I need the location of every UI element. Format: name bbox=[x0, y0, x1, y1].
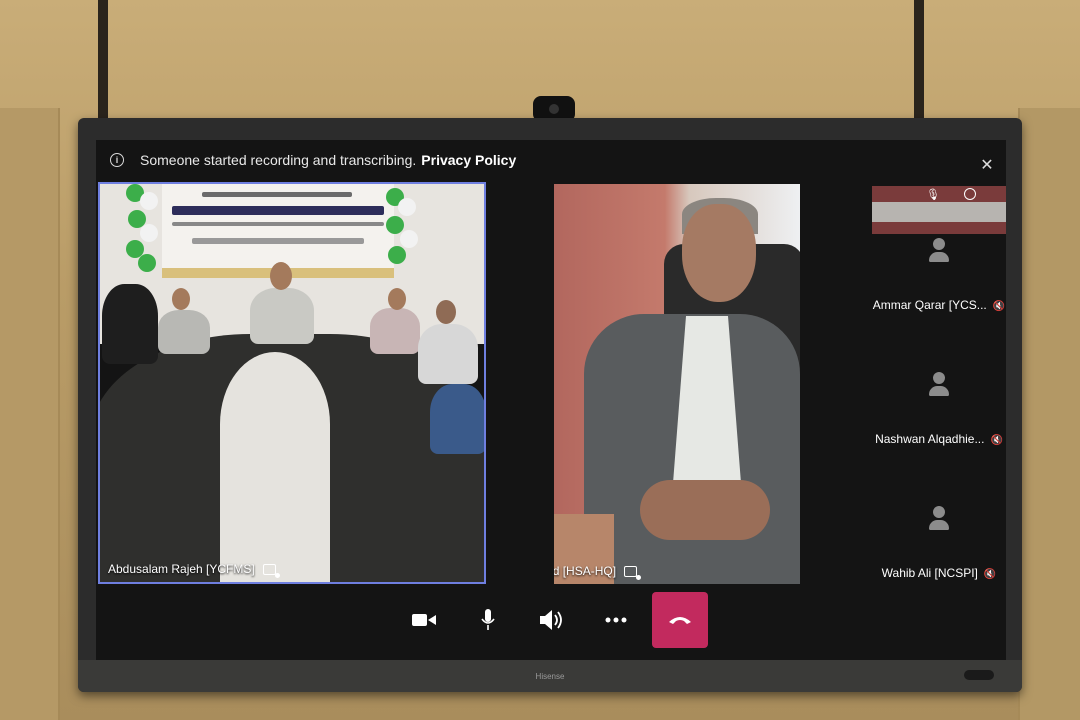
wall-panel bbox=[0, 108, 60, 720]
teams-meeting-window: i Someone started recording and transcri… bbox=[96, 140, 1006, 660]
face bbox=[682, 204, 756, 302]
camera-icon bbox=[964, 188, 976, 200]
poster-text-line bbox=[202, 192, 352, 197]
participant-card[interactable]: Wahib Ali [NCSPI] 🔇 bbox=[872, 506, 1006, 636]
wall-seam bbox=[914, 0, 924, 130]
participant-name: Ammar Qarar [YCS... bbox=[872, 298, 987, 312]
balloons bbox=[126, 184, 162, 274]
participant-label: Nashwan Alqadhie... 🔇 bbox=[872, 432, 1006, 446]
participant-label: Wahib Ali [NCSPI] 🔇 bbox=[872, 566, 1006, 580]
hands bbox=[640, 480, 770, 540]
table-center bbox=[220, 352, 330, 582]
screen-share-icon bbox=[262, 563, 280, 578]
avatar-icon bbox=[929, 372, 949, 398]
muted-mic-icon: 🔇 bbox=[992, 301, 1006, 312]
participant-figure bbox=[418, 324, 478, 384]
poster-logos bbox=[192, 238, 364, 244]
speaker-icon bbox=[540, 610, 562, 630]
microphone-button[interactable] bbox=[460, 592, 516, 648]
avatar-icon bbox=[929, 506, 949, 532]
thumbnail-table bbox=[872, 202, 1006, 222]
recording-message: Someone started recording and transcribi… bbox=[140, 152, 417, 168]
monitor-chin: Hisense bbox=[78, 660, 1022, 692]
privacy-policy-link[interactable]: Privacy Policy bbox=[421, 152, 516, 168]
tile-name-tag: Abdusalam Rajeh [YCFMS] bbox=[108, 562, 280, 578]
participant-name: Nashwan Alqadhie... bbox=[875, 432, 985, 446]
screen-share-icon bbox=[624, 565, 642, 580]
video-tile-abdusalam[interactable]: Abdusalam Rajeh [YCFMS] bbox=[98, 182, 486, 584]
webcam-lens bbox=[549, 104, 559, 114]
camera-icon bbox=[412, 614, 436, 626]
wall-panel bbox=[1018, 108, 1080, 720]
more-options-button[interactable] bbox=[588, 592, 644, 648]
microphone-icon: 🎙 bbox=[926, 189, 940, 201]
poster-text-line bbox=[172, 222, 384, 226]
speaker-button[interactable] bbox=[524, 592, 580, 648]
participant-name: Wahib Ali [NCSPI] bbox=[881, 566, 978, 580]
power-indicator bbox=[964, 670, 994, 680]
participant-head bbox=[172, 288, 190, 310]
participant-name: Nabil Saeed [HSA-HQ] bbox=[554, 564, 617, 578]
call-controls bbox=[396, 592, 716, 650]
recording-banner: i Someone started recording and transcri… bbox=[96, 140, 871, 180]
participant-head bbox=[388, 288, 406, 310]
video-tile-nabil[interactable]: Nabil Saeed [HSA-HQ] bbox=[554, 184, 800, 584]
participant-figure bbox=[370, 308, 420, 354]
muted-mic-icon: 🔇 bbox=[990, 435, 1003, 446]
muted-mic-icon: 🔇 bbox=[983, 569, 997, 580]
more-icon bbox=[605, 617, 627, 623]
self-view-thumbnail[interactable]: 🎙 bbox=[872, 186, 1006, 234]
wall-seam bbox=[98, 0, 108, 130]
microphone-icon bbox=[481, 609, 495, 630]
participant-label: Ammar Qarar [YCS... 🔇 bbox=[872, 298, 1006, 312]
info-icon: i bbox=[110, 153, 124, 167]
balloons bbox=[386, 184, 422, 274]
participant-head bbox=[436, 300, 456, 324]
poster-text-line bbox=[172, 206, 384, 215]
chair bbox=[102, 284, 158, 364]
participant-card[interactable]: Nashwan Alqadhie... 🔇 bbox=[872, 372, 1006, 502]
participant-figure bbox=[158, 310, 210, 354]
camera-button[interactable] bbox=[396, 592, 452, 648]
hang-up-icon bbox=[669, 617, 691, 624]
participant-head bbox=[270, 262, 292, 290]
participant-name: Abdusalam Rajeh [YCFMS] bbox=[108, 562, 255, 576]
monitor-brand: Hisense bbox=[535, 672, 565, 681]
participant-card[interactable]: Ammar Qarar [YCS... 🔇 bbox=[872, 238, 1006, 368]
tile-name-tag: Nabil Saeed [HSA-HQ] bbox=[554, 564, 642, 580]
close-banner-icon[interactable]: ✕ bbox=[979, 158, 995, 174]
participant-figure bbox=[430, 384, 484, 454]
hang-up-button[interactable] bbox=[652, 592, 708, 648]
participant-figure bbox=[250, 288, 314, 344]
avatar-icon bbox=[929, 238, 949, 264]
